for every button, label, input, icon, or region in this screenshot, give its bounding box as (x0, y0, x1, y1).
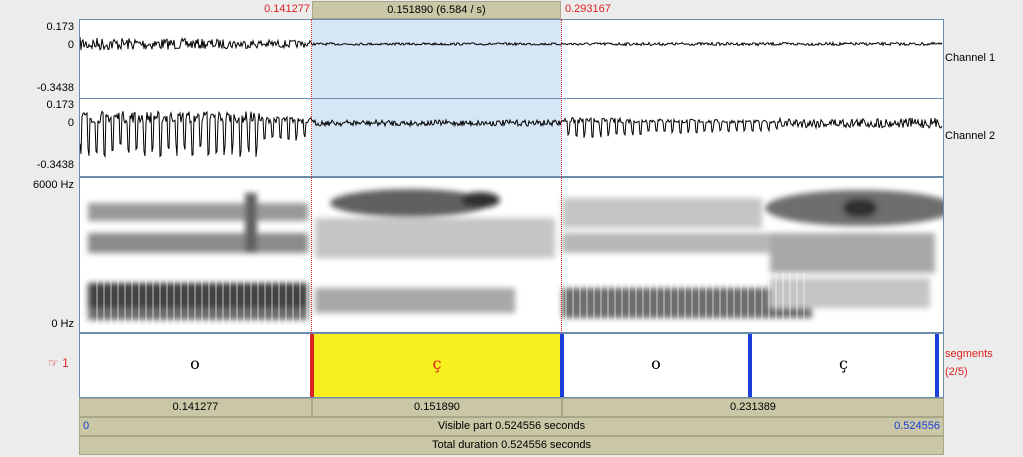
spectrogram-fmin: 0 Hz (51, 318, 74, 330)
visible-end: 0.524556 (894, 420, 940, 432)
visible-part-bar[interactable]: 0 Visible part 0.524556 seconds 0.524556 (79, 417, 944, 436)
tier-name: segments (945, 348, 993, 360)
tier-pointer[interactable]: ☞ 1 (48, 356, 69, 370)
visible-part-label: Visible part 0.524556 seconds (437, 420, 586, 432)
channel2-label: Channel 2 (945, 130, 996, 142)
channel1-wave-svg (80, 36, 943, 52)
tier-count: (2/5) (945, 366, 968, 378)
selection-start-time: 0.141277 (264, 3, 310, 15)
boundary-4[interactable] (935, 334, 939, 397)
channel2-ymax: 0.173 (46, 99, 74, 111)
interval-label[interactable]: o (80, 354, 310, 373)
visible-start: 0 (83, 420, 90, 432)
channel1-zero: 0 (67, 39, 74, 51)
selection-end-cursor (561, 19, 562, 333)
channel1-label: Channel 1 (945, 52, 996, 64)
selection-start-cursor (311, 19, 312, 333)
channel2-wave-svg (80, 110, 943, 159)
total-duration-bar[interactable]: Total duration 0.524556 seconds (79, 436, 944, 455)
tier-segments[interactable]: o ç o ç (79, 333, 944, 398)
channel2-waveform[interactable] (79, 98, 944, 177)
channel1-ymax: 0.173 (46, 21, 74, 33)
channel2-zero: 0 (67, 117, 74, 129)
spectrogram-svg (88, 189, 943, 328)
channel1-waveform[interactable] (79, 19, 944, 99)
selection-duration-bar[interactable]: 0.151890 (6.584 / s) (312, 1, 561, 19)
channel2-ymin: -0.3438 (36, 159, 74, 171)
selection-end-time: 0.293167 (565, 3, 611, 15)
duration-selected-bar[interactable]: 0.151890 (312, 398, 562, 417)
interval-label-selected[interactable]: ç (314, 354, 560, 373)
channel1-ymin: -0.3438 (36, 82, 74, 94)
spectrogram[interactable] (79, 177, 944, 333)
duration-right-bar[interactable]: 0.231389 (562, 398, 944, 417)
spectrogram-fmax: 6000 Hz (33, 179, 74, 191)
interval-label[interactable]: o (564, 354, 748, 373)
duration-left-bar[interactable]: 0.141277 (79, 398, 312, 417)
interval-label[interactable]: ç (752, 354, 935, 373)
